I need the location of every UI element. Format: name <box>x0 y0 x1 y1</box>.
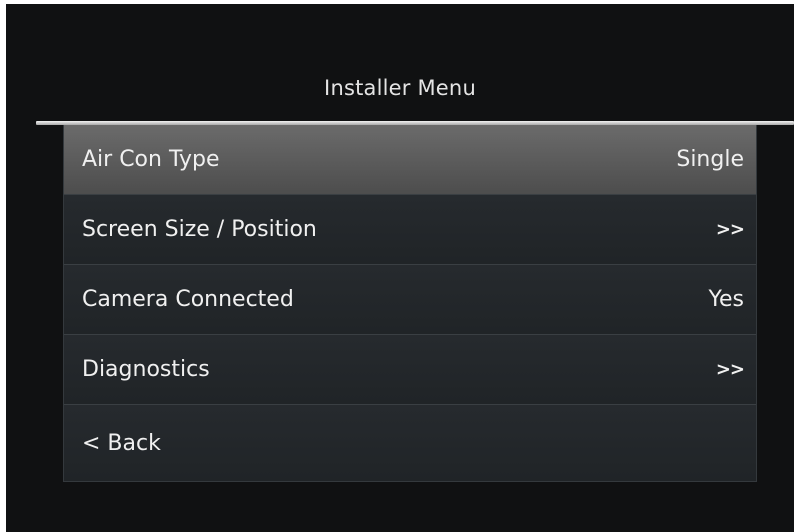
menu-item-screen-size-position[interactable]: Screen Size / Position >> <box>64 195 756 265</box>
menu-item-label: Screen Size / Position <box>82 217 317 242</box>
menu-item-label: Camera Connected <box>82 287 294 312</box>
menu-item-label: Diagnostics <box>82 357 210 382</box>
back-button[interactable]: < Back <box>64 405 756 481</box>
installer-screen: Installer Menu Air Con Type Single Scree… <box>6 4 794 532</box>
chevron-right-icon: >> <box>715 359 745 380</box>
menu-item-air-con-type[interactable]: Air Con Type Single <box>64 125 756 195</box>
chevron-right-icon: >> <box>715 219 745 240</box>
menu-item-label: Air Con Type <box>82 147 220 172</box>
menu-title: Installer Menu <box>324 76 476 100</box>
installer-menu-list: Air Con Type Single Screen Size / Positi… <box>63 125 757 482</box>
menu-item-diagnostics[interactable]: Diagnostics >> <box>64 335 756 405</box>
menu-item-value: Yes <box>708 287 744 312</box>
back-button-label: < Back <box>82 430 161 456</box>
menu-item-value: Single <box>676 147 744 172</box>
menu-item-camera-connected[interactable]: Camera Connected Yes <box>64 265 756 335</box>
